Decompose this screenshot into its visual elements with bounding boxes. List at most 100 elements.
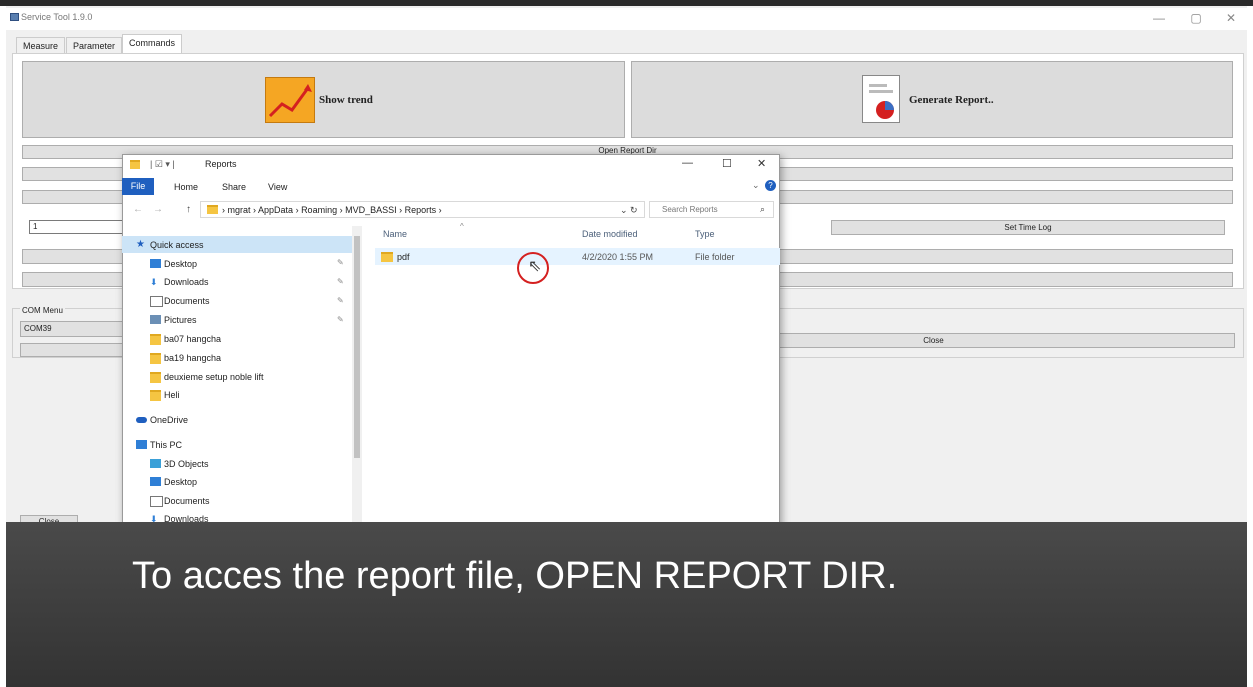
crumb-mvd-bassi[interactable]: MVD_BASSI (345, 205, 397, 215)
maximize-button[interactable]: ▢ (1181, 9, 1211, 27)
nav-label: 3D Objects (164, 459, 209, 469)
expand-ribbon-icon[interactable]: ⌄ (752, 180, 760, 191)
help-icon[interactable]: ? (765, 180, 776, 191)
nav-item-folder[interactable]: deuxieme setup noble lift (150, 369, 264, 385)
crumb-roaming[interactable]: Roaming (301, 205, 337, 215)
pin-icon: ✎ (337, 296, 344, 305)
com-menu-label: COM Menu (20, 306, 65, 315)
pin-icon: ✎ (337, 258, 344, 267)
folder-icon (150, 390, 161, 401)
nav-item-folder[interactable]: ba19 hangcha (150, 350, 222, 366)
explorer-title: Reports (205, 159, 237, 169)
nav-pc-desktop[interactable]: Desktop (150, 474, 198, 490)
trend-chart-icon (265, 77, 315, 123)
file-date: 4/2/2020 1:55 PM (582, 252, 654, 262)
nav-item-documents[interactable]: Documents (150, 293, 210, 309)
pin-icon: ✎ (337, 277, 344, 286)
generate-report-label: Generate Report.. (909, 94, 994, 106)
caption-text: To acces the report file, OPEN REPORT DI… (132, 555, 898, 597)
nav-label: OneDrive (150, 415, 189, 425)
download-icon: ⬇ (150, 514, 158, 524)
star-icon: ★ (136, 239, 145, 250)
nav-this-pc[interactable]: This PC (136, 437, 183, 453)
title-bar (6, 8, 1247, 30)
time-input[interactable]: 1 (29, 220, 129, 234)
nav-label: This PC (150, 440, 183, 450)
pictures-icon (150, 315, 161, 324)
app-title: Service Tool 1.9.0 (21, 12, 93, 22)
quick-access-label: Quick access (150, 240, 204, 250)
tab-measure[interactable]: Measure (16, 37, 66, 54)
crumb-appdata[interactable]: AppData (258, 205, 293, 215)
column-name[interactable]: Name (383, 229, 407, 239)
nav-label: Downloads (164, 277, 209, 287)
tab-commands[interactable]: Commands (122, 34, 183, 54)
nav-item-folder[interactable]: ba07 hangcha (150, 331, 222, 347)
document-icon (150, 496, 163, 507)
folder-icon (150, 353, 161, 364)
close-window-button[interactable]: ✕ (1216, 9, 1246, 27)
file-type: File folder (695, 252, 735, 262)
search-icon: ⌕ (760, 204, 766, 214)
document-icon (150, 296, 163, 307)
nav-item-desktop[interactable]: Desktop (150, 256, 198, 272)
nav-label: Documents (164, 496, 210, 506)
search-input[interactable]: Search Reports (649, 201, 774, 218)
cloud-icon (136, 417, 147, 423)
pin-icon: ✎ (337, 315, 344, 324)
crumb-mgrat[interactable]: mgrat (228, 205, 251, 215)
back-icon[interactable]: ← (133, 204, 143, 215)
com-bar[interactable] (20, 343, 130, 357)
report-icon (862, 75, 900, 123)
folder-icon (150, 334, 161, 345)
explorer-close-button[interactable]: ✕ (757, 157, 766, 170)
nav-item-pictures[interactable]: Pictures (150, 312, 197, 328)
set-time-log-button[interactable]: Set Time Log (831, 220, 1225, 235)
column-type[interactable]: Type (695, 229, 715, 239)
address-folder-icon (207, 205, 218, 214)
ribbon-tab-view[interactable]: View (268, 182, 287, 192)
explorer-maximize-button[interactable]: ☐ (722, 157, 732, 170)
tab-parameter[interactable]: Parameter (66, 37, 123, 54)
com-port-select[interactable]: COM39 (20, 321, 130, 337)
nav-label: Pictures (164, 315, 197, 325)
nav-label: Heli (164, 390, 180, 400)
nav-item-folder[interactable]: Heli (150, 387, 180, 403)
ribbon-tab-file[interactable]: File (122, 178, 154, 195)
nav-pc-documents[interactable]: Documents (150, 493, 210, 509)
desktop-icon (150, 259, 161, 268)
nav-label: deuxieme setup noble lift (164, 372, 264, 382)
show-trend-label: Show trend (319, 94, 373, 106)
nav-label: ba19 hangcha (164, 353, 222, 363)
nav-3d-objects[interactable]: 3D Objects (150, 456, 209, 472)
folder-icon (130, 160, 140, 169)
folder-icon (150, 372, 161, 383)
up-icon[interactable]: ↑ (186, 204, 191, 215)
nav-scrollbar-thumb[interactable] (354, 236, 360, 458)
computer-icon (136, 440, 147, 449)
nav-label: Documents (164, 296, 210, 306)
refresh-icon[interactable]: ⌄ ↻ (620, 205, 638, 216)
minimize-button[interactable]: — (1144, 9, 1174, 27)
mouse-cursor-icon: ⇖ (528, 258, 542, 275)
nav-label: ba07 hangcha (164, 334, 222, 344)
app-icon (10, 13, 19, 21)
nav-label: Desktop (164, 477, 198, 487)
nav-quick-access[interactable]: ★ Quick access (136, 237, 204, 253)
ribbon-tab-home[interactable]: Home (174, 182, 198, 192)
explorer-minimize-button[interactable]: — (682, 157, 693, 169)
nav-item-downloads[interactable]: ⬇ Downloads (150, 274, 209, 290)
folder-icon (381, 252, 393, 262)
forward-icon[interactable]: → (153, 204, 163, 215)
quick-toolbar[interactable]: | ☑ ▾ | (150, 159, 175, 170)
crumb-reports[interactable]: Reports (405, 205, 437, 215)
caption-overlay (6, 522, 1247, 687)
cube-icon (150, 459, 161, 468)
sort-arrow-icon: ^ (460, 222, 464, 231)
column-date[interactable]: Date modified (582, 229, 638, 239)
nav-label: Desktop (164, 259, 198, 269)
ribbon-tab-share[interactable]: Share (222, 182, 246, 192)
breadcrumb[interactable]: › mgrat › AppData › Roaming › MVD_BASSI … (222, 205, 442, 215)
nav-onedrive[interactable]: OneDrive (136, 412, 189, 428)
desktop-icon (150, 477, 161, 486)
